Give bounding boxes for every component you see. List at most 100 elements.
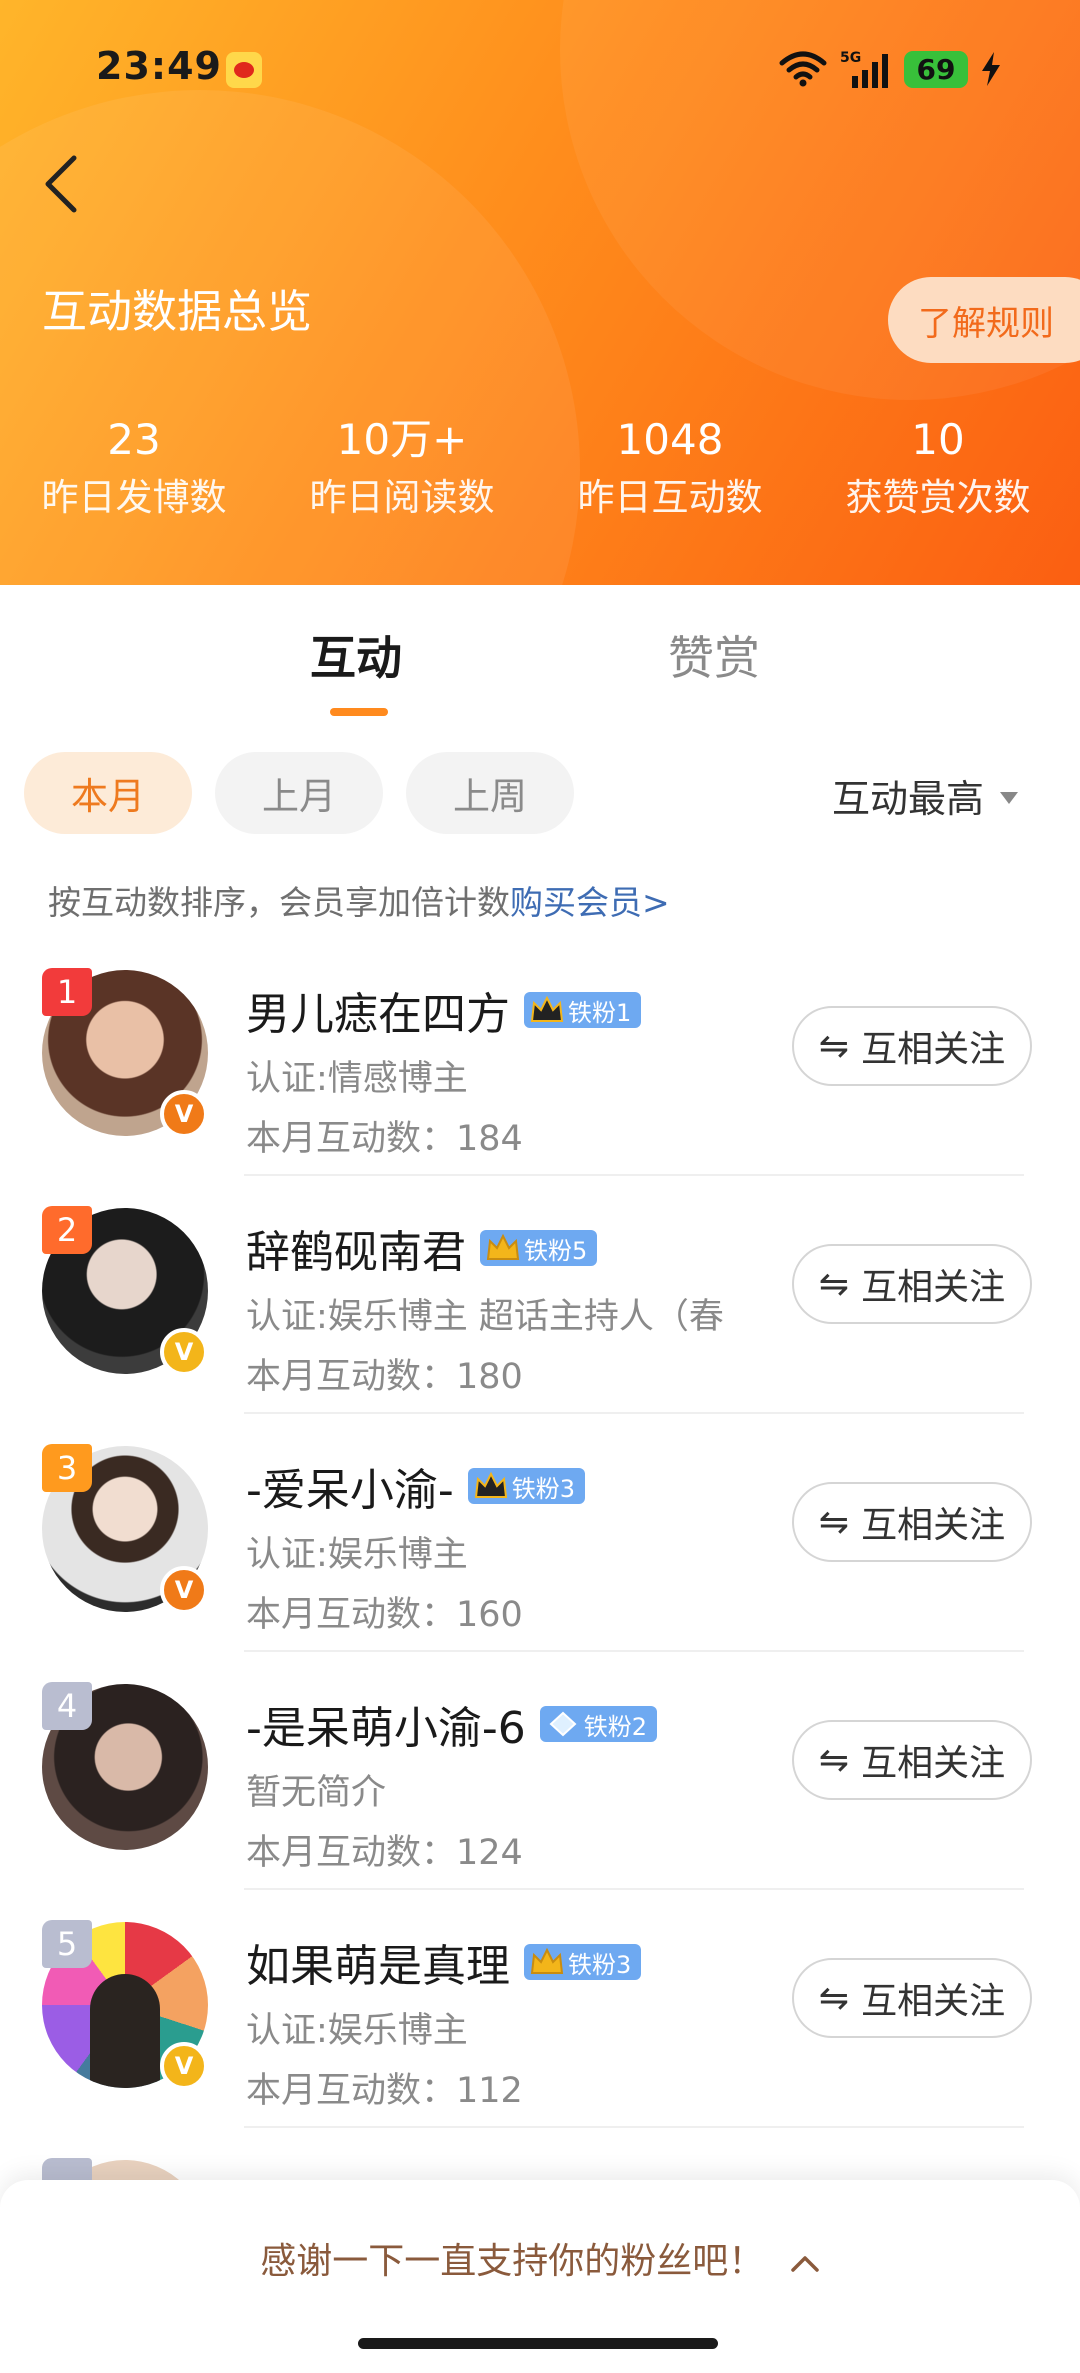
fan-row[interactable]: 1 V 男儿痣在四方 铁粉1 认证:情感博主 本月互动数：184 ⇋ 互相关注	[0, 938, 1080, 1176]
stat-label: 获赞赏次数	[845, 476, 1031, 519]
stat-label: 昨日阅读数	[309, 476, 495, 519]
hint-text: 按互动数排序，会员享加倍计数	[48, 883, 510, 922]
filter-last-week[interactable]: 上周	[406, 752, 574, 834]
fan-name-row: 辞鹤砚南君 铁粉5	[246, 1216, 598, 1280]
sort-dropdown[interactable]: 互动最高	[832, 768, 1018, 823]
stat-posts: 23 昨日发博数	[4, 412, 264, 528]
thank-fans-prompt[interactable]: 感谢一下一直支持你的粉丝吧！	[0, 2232, 1080, 2284]
swap-arrows-icon: ⇋	[818, 1501, 850, 1543]
stat-label: 昨日互动数	[577, 476, 763, 519]
sort-hint: 按互动数排序，会员享加倍计数购买会员>	[48, 876, 670, 924]
iron-fan-badge: 铁粉5	[480, 1230, 598, 1266]
stat-value: 1048	[616, 415, 724, 464]
fan-description: 认证:娱乐博主 超话主持人（春	[246, 1297, 724, 1337]
fan-name: -爱呆小渝-	[246, 1465, 454, 1516]
crown-icon	[486, 1233, 520, 1260]
cellular-signal-icon: 5G	[840, 48, 892, 90]
sort-label: 互动最高	[831, 777, 984, 821]
fan-row[interactable]: 4 -是呆萌小渝-6 铁粉2 暂无简介 本月互动数：124 ⇋ 互相关注	[0, 1652, 1080, 1890]
iron-fan-badge: 铁粉1	[524, 992, 642, 1028]
swap-arrows-icon: ⇋	[818, 1739, 850, 1781]
rank-badge: 2	[42, 1206, 92, 1254]
swap-arrows-icon: ⇋	[818, 1025, 850, 1067]
swap-arrows-icon: ⇋	[818, 1263, 850, 1305]
buy-membership-link[interactable]: 购买会员>	[510, 883, 670, 922]
fan-name: 辞鹤砚南君	[246, 1227, 466, 1278]
chevron-up-icon	[790, 2256, 819, 2272]
badge-label: 铁粉2	[583, 1712, 648, 1741]
fan-row[interactable]: 3 V -爱呆小渝- 铁粉3 认证:娱乐博主 本月互动数：160 ⇋ 互相关注	[0, 1414, 1080, 1652]
verified-icon: V	[160, 1090, 208, 1138]
network-label: 5G	[840, 50, 861, 66]
fan-name-row: -爱呆小渝- 铁粉3	[246, 1454, 586, 1518]
swap-arrows-icon: ⇋	[818, 1977, 850, 2019]
home-indicator[interactable]	[358, 2338, 718, 2349]
chevron-left-icon	[45, 155, 77, 213]
fan-row[interactable]: 5 V 如果萌是真理 铁粉3 认证:娱乐博主 本月互动数：112 ⇋ 互相关注	[0, 1890, 1080, 2128]
stat-interactions: 1048 昨日互动数	[540, 412, 800, 528]
iron-fan-badge: 铁粉3	[467, 1468, 586, 1504]
thank-fans-sheet[interactable]: 感谢一下一直支持你的粉丝吧！	[0, 2180, 1080, 2373]
fan-name: 如果萌是真理	[246, 1941, 510, 1992]
mutual-follow-button[interactable]: ⇋ 互相关注	[792, 1720, 1032, 1800]
rank-badge: 4	[42, 1682, 92, 1730]
stat-reads: 10万+ 昨日阅读数	[272, 412, 532, 528]
fan-description: 认证:娱乐博主	[246, 2011, 468, 2051]
interaction-count: 本月互动数：124	[246, 1833, 523, 1873]
stat-rewards: 10 获赞赏次数	[808, 412, 1068, 528]
badge-label: 铁粉5	[524, 1236, 588, 1265]
badge-label: 铁粉3	[568, 1950, 632, 1979]
follow-label: 互相关注	[861, 1029, 1006, 1070]
tab-interaction[interactable]: 互动	[310, 622, 402, 688]
interaction-count: 本月互动数：160	[246, 1595, 523, 1635]
avatar-figure	[90, 1974, 160, 2088]
verified-icon: V	[160, 1566, 208, 1614]
crown-icon	[530, 1947, 564, 1974]
mutual-follow-button[interactable]: ⇋ 互相关注	[792, 1244, 1032, 1324]
filter-this-month[interactable]: 本月	[24, 752, 192, 834]
crown-icon	[530, 995, 564, 1022]
stat-value: 23	[107, 415, 161, 464]
stat-value: 10	[911, 415, 965, 464]
weibo-app-icon	[226, 52, 262, 88]
rank-badge: 3	[42, 1444, 92, 1492]
fan-name-row: 男儿痣在四方 铁粉1	[246, 978, 642, 1042]
follow-label: 互相关注	[861, 1267, 1006, 1308]
fan-description: 暂无简介	[246, 1773, 387, 1813]
caret-down-icon	[1000, 791, 1018, 804]
rank-badge: 1	[42, 968, 92, 1016]
charging-bolt-icon	[980, 52, 1002, 86]
header-banner: 23:49 5G 69 互动数据总览 了解规则 23 昨日发博数 10万+ 昨日…	[0, 0, 1080, 585]
interaction-count: 本月互动数：180	[246, 1357, 523, 1397]
interaction-count: 本月互动数：112	[246, 2071, 523, 2111]
fan-name-row: -是呆萌小渝-6 铁粉2	[246, 1692, 658, 1756]
follow-label: 互相关注	[861, 1743, 1006, 1784]
verified-icon: V	[160, 2042, 208, 2090]
status-time: 23:49	[96, 44, 222, 88]
thank-fans-text: 感谢一下一直支持你的粉丝吧！	[260, 2241, 765, 2282]
battery-level: 69	[904, 50, 968, 88]
iron-fan-badge: 铁粉2	[539, 1706, 658, 1742]
fan-description: 认证:娱乐博主	[246, 1535, 468, 1575]
interaction-count: 本月互动数：184	[246, 1119, 523, 1159]
fan-row[interactable]: 2 V 辞鹤砚南君 铁粉5 认证:娱乐博主 超话主持人（春 本月互动数：180 …	[0, 1176, 1080, 1414]
wifi-icon	[778, 51, 828, 87]
mutual-follow-button[interactable]: ⇋ 互相关注	[792, 1482, 1032, 1562]
status-icons: 5G 69	[778, 48, 1002, 90]
verified-icon: V	[160, 1328, 208, 1376]
fan-description: 认证:情感博主	[246, 1059, 468, 1099]
stat-value: 10万+	[336, 415, 468, 464]
tab-indicator	[330, 708, 388, 716]
fan-name: -是呆萌小渝-6	[246, 1703, 526, 1754]
filter-last-month[interactable]: 上月	[215, 752, 383, 834]
follow-label: 互相关注	[861, 1505, 1006, 1546]
mutual-follow-button[interactable]: ⇋ 互相关注	[792, 1006, 1032, 1086]
follow-label: 互相关注	[861, 1981, 1006, 2022]
rank-badge: 5	[42, 1920, 92, 1968]
rules-button[interactable]: 了解规则	[888, 277, 1080, 363]
tab-reward[interactable]: 赞赏	[668, 622, 760, 688]
mutual-follow-button[interactable]: ⇋ 互相关注	[792, 1958, 1032, 2038]
iron-fan-badge: 铁粉3	[524, 1944, 642, 1980]
back-button[interactable]	[38, 152, 86, 216]
fan-name-row: 如果萌是真理 铁粉3	[246, 1930, 642, 1994]
